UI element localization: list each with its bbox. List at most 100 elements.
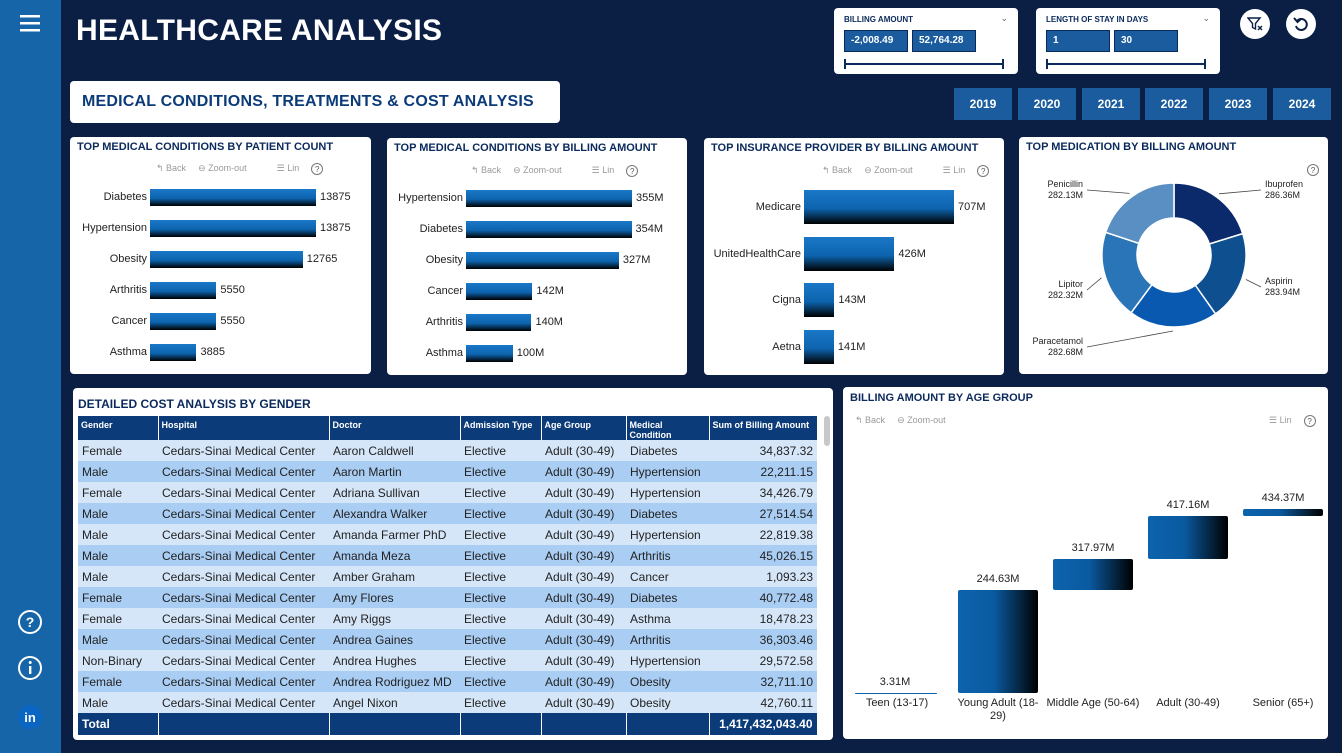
- waterfall-bar[interactable]: [855, 692, 937, 694]
- year-button-2024[interactable]: 2024: [1273, 88, 1331, 120]
- bar[interactable]: [804, 236, 895, 271]
- column-header[interactable]: Medical Condition: [626, 416, 710, 440]
- billing-amount-slicer[interactable]: BILLING AMOUNT ⌄ -2,008.49 52,764.28: [834, 8, 1018, 74]
- table-cell: Andrea Rodriguez MD: [329, 671, 460, 692]
- table-row[interactable]: Female Cedars-Sinai Medical Center Aaron C…: [78, 440, 817, 461]
- table-scrollbar[interactable]: [824, 416, 830, 446]
- stay-range-slider[interactable]: [1046, 59, 1206, 69]
- table-row[interactable]: Female Cedars-Sinai Medical Center Andrea …: [78, 671, 817, 692]
- bar[interactable]: [466, 190, 632, 207]
- stay-min-input[interactable]: 1: [1046, 30, 1110, 52]
- bar[interactable]: [466, 345, 513, 362]
- chevron-down-icon[interactable]: ⌄: [1000, 13, 1008, 24]
- table-row[interactable]: Male Cedars-Sinai Medical Center Amanda Me…: [78, 545, 817, 566]
- bar[interactable]: [804, 283, 835, 317]
- table-cell: Adult (30-49): [541, 566, 626, 587]
- column-header[interactable]: Hospital: [158, 416, 330, 440]
- table-row[interactable]: Female Cedars-Sinai Medical Center Adriana…: [78, 482, 817, 503]
- category-label: Teen (13-17): [865, 697, 929, 709]
- lin-button[interactable]: ☰ Lin: [592, 165, 615, 177]
- year-button-2022[interactable]: 2022: [1145, 88, 1203, 120]
- billing-range-slider[interactable]: [844, 59, 1004, 69]
- waterfall-bar[interactable]: [1148, 516, 1228, 559]
- bar[interactable]: [150, 313, 217, 330]
- data-label: 140M: [535, 316, 563, 328]
- bar[interactable]: [150, 282, 217, 299]
- page-title: HEALTHCARE ANALYSIS: [76, 14, 443, 47]
- table-container: Gender Hospital Doctor Admission Type Age Gr…: [78, 416, 817, 738]
- bar[interactable]: [466, 314, 532, 331]
- table-row[interactable]: Male Cedars-Sinai Medical Center Amber Gra…: [78, 566, 817, 587]
- column-header[interactable]: Doctor: [329, 416, 461, 440]
- bar[interactable]: [150, 344, 197, 361]
- year-button-2019[interactable]: 2019: [954, 88, 1012, 120]
- column-header[interactable]: Gender: [78, 416, 159, 440]
- year-button-2023[interactable]: 2023: [1209, 88, 1267, 120]
- help-icon[interactable]: ?: [311, 163, 324, 175]
- lin-button[interactable]: ☰ Lin: [1269, 415, 1292, 427]
- table-row[interactable]: Male Cedars-Sinai Medical Center Angel Nix…: [78, 692, 817, 713]
- waterfall-bar[interactable]: [1243, 509, 1323, 517]
- lin-button[interactable]: ☰ Lin: [277, 163, 300, 175]
- bar[interactable]: [150, 251, 303, 268]
- info-icon[interactable]: [17, 655, 43, 681]
- table-cell: Elective: [460, 440, 541, 461]
- back-button[interactable]: ↰ Back: [471, 165, 501, 177]
- table-row[interactable]: Male Cedars-Sinai Medical Center Amanda Fa…: [78, 524, 817, 545]
- zoom-out-button[interactable]: ⊖ Zoom-out: [864, 165, 913, 177]
- bar[interactable]: [804, 329, 834, 364]
- length-of-stay-slicer[interactable]: LENGTH OF STAY IN DAYS ⌄ 1 30: [1036, 8, 1220, 74]
- billing-max-input[interactable]: 52,764.28: [912, 30, 976, 52]
- zoom-out-button[interactable]: ⊖ Zoom-out: [897, 415, 946, 426]
- donut-slice[interactable]: [1173, 182, 1244, 245]
- table-row[interactable]: Female Cedars-Sinai Medical Center Amy Flo…: [78, 587, 817, 608]
- bar[interactable]: [466, 252, 619, 269]
- waterfall-bar[interactable]: [958, 589, 1038, 693]
- back-button[interactable]: ↰ Back: [156, 163, 186, 175]
- column-header[interactable]: Admission Type: [460, 416, 542, 440]
- hamburger-icon[interactable]: [17, 10, 43, 36]
- clear-filter-icon[interactable]: [1240, 9, 1270, 39]
- table-cell: Cedars-Sinai Medical Center: [158, 671, 329, 692]
- help-icon[interactable]: ?: [17, 609, 43, 635]
- stay-max-input[interactable]: 30: [1114, 30, 1178, 52]
- bar[interactable]: [150, 220, 316, 237]
- column-header[interactable]: Age Group: [541, 416, 627, 440]
- zoom-out-button[interactable]: ⊖ Zoom-out: [513, 165, 562, 177]
- help-icon[interactable]: ?: [1303, 415, 1316, 427]
- bar[interactable]: [804, 190, 954, 224]
- table-cell: 36,303.46: [709, 629, 817, 650]
- table-cell: Hypertension: [626, 482, 709, 503]
- undo-icon[interactable]: [1286, 9, 1316, 39]
- category-label: UnitedHealthCare: [713, 247, 801, 260]
- bar[interactable]: [150, 189, 316, 206]
- zoom-out-button[interactable]: ⊖ Zoom-out: [198, 163, 247, 175]
- data-label: 100M: [516, 347, 545, 359]
- table-row[interactable]: Male Cedars-Sinai Medical Center Alexandra…: [78, 503, 817, 524]
- help-icon[interactable]: ?: [626, 165, 639, 177]
- table-cell: 32,711.10: [709, 671, 817, 692]
- year-button-2020[interactable]: 2020: [1018, 88, 1076, 120]
- billing-min-input[interactable]: -2,008.49: [844, 30, 908, 52]
- medication-donut-chart: Ibuprofen286.36M Aspirin283.94M Paracetamo…: [1032, 179, 1303, 357]
- column-header[interactable]: Sum of Billing Amount: [709, 416, 817, 440]
- slice-label: Paracetamol: [1032, 336, 1083, 346]
- insurance-provider-card: TOP INSURANCE PROVIDER BY BILLING AMOUNT…: [704, 138, 1004, 375]
- bar[interactable]: [466, 221, 632, 238]
- back-button[interactable]: ↰ Back: [855, 415, 885, 426]
- category-label: Hypertension: [398, 192, 463, 204]
- table-row[interactable]: Non-Binary Cedars-Sinai Medical Center And…: [78, 650, 817, 671]
- bar[interactable]: [466, 283, 533, 300]
- lin-button[interactable]: ☰ Lin: [943, 165, 966, 177]
- year-button-2021[interactable]: 2021: [1082, 88, 1140, 120]
- table-row[interactable]: Male Cedars-Sinai Medical Center Andrea Ga…: [78, 629, 817, 650]
- table-row[interactable]: Female Cedars-Sinai Medical Center Amy Rig…: [78, 608, 817, 629]
- help-icon[interactable]: ?: [977, 165, 990, 177]
- table-cell: Aaron Martin: [329, 461, 460, 482]
- chevron-down-icon[interactable]: ⌄: [1202, 13, 1210, 24]
- table-cell: Male: [78, 566, 158, 587]
- table-row[interactable]: Male Cedars-Sinai Medical Center Aaron Mar…: [78, 461, 817, 482]
- back-button[interactable]: ↰ Back: [822, 165, 852, 177]
- waterfall-bar[interactable]: [1053, 558, 1133, 590]
- linkedin-icon[interactable]: in: [17, 704, 43, 730]
